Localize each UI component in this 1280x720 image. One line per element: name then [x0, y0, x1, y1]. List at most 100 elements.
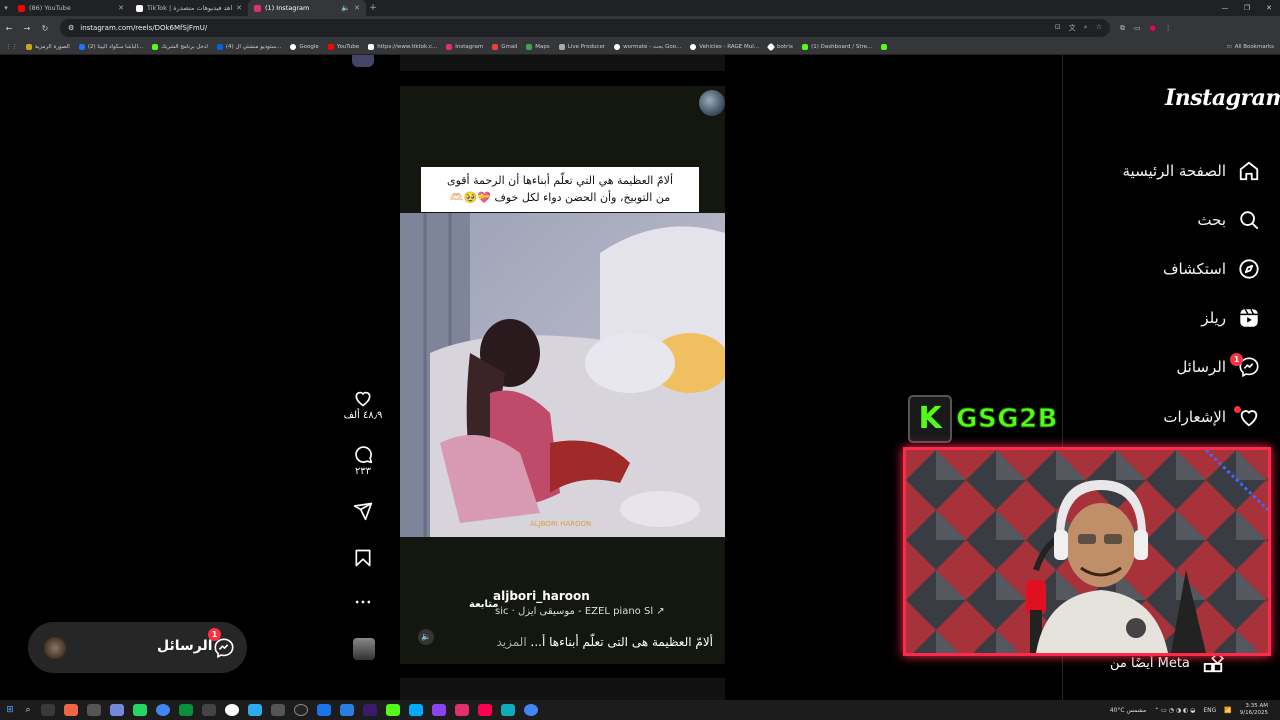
- zoom-icon[interactable]: ⌕: [1084, 23, 1088, 33]
- whatsapp-icon[interactable]: [132, 704, 147, 716]
- bookmark-label: Vehicles - RAGE Mul...: [699, 44, 760, 50]
- translate-icon[interactable]: 文: [1069, 23, 1076, 33]
- kick-icon[interactable]: [385, 704, 400, 716]
- bookmark-item[interactable]: Gmail: [492, 44, 517, 50]
- sidebar-icon[interactable]: ▭: [1134, 24, 1141, 33]
- menu-icon[interactable]: ⋮: [1165, 24, 1172, 33]
- speaker-icon[interactable]: 🔈: [341, 4, 350, 12]
- more-options-action[interactable]: [340, 592, 386, 612]
- search-icon[interactable]: ⌕: [20, 705, 36, 715]
- sidebar-item-reels[interactable]: ريلز: [1080, 303, 1260, 333]
- telegram-icon[interactable]: [247, 704, 262, 716]
- app-icon[interactable]: [454, 704, 469, 716]
- reel-player[interactable]: ألامّ العظيمة هي التي تعلّم أبناءها أن ا…: [400, 86, 725, 664]
- comment-action[interactable]: ٢٣٣: [340, 444, 386, 477]
- bookmark-item[interactable]: Google: [290, 44, 319, 50]
- sidebar-item-explore[interactable]: استكشاف: [1080, 254, 1260, 284]
- app-icon[interactable]: [224, 704, 239, 716]
- kick-logo: K: [908, 395, 953, 443]
- language-indicator[interactable]: ENG: [1203, 707, 1216, 714]
- tray-icons[interactable]: ⌃ ▭ ◔ ◑ ◐ ◒: [1154, 707, 1195, 714]
- like-action[interactable]: ٤٨٫٩ ألف: [340, 388, 386, 421]
- app-icon[interactable]: [339, 704, 354, 716]
- profile-icon[interactable]: ●: [1150, 24, 1156, 33]
- extensions-icon[interactable]: ⧉: [1120, 24, 1125, 33]
- reload-button[interactable]: ↻: [36, 24, 54, 33]
- bookmark-item[interactable]: (1) Dashboard / Stre...: [802, 44, 872, 50]
- bookmark-item[interactable]: YouTube: [327, 44, 359, 50]
- previous-reel-avatar[interactable]: [352, 55, 374, 67]
- address-bar[interactable]: ⚙ instagram.com/reels/DOk6MfSjFmU/ ⊡ 文 ⌕…: [60, 19, 1110, 37]
- bookmark-label: الصورة الرمزية: [35, 44, 70, 50]
- kick-bookmark[interactable]: [881, 44, 888, 50]
- tab-search-button[interactable]: ▾: [0, 4, 12, 12]
- windows-taskbar: ⊞ ⌕ 40°C مشمس ⌃ ▭ ◔ ◑ ◐ ◒ ENG 📶 3:35 AM …: [0, 700, 1280, 720]
- app-icon[interactable]: [316, 704, 331, 716]
- bookmark-item[interactable]: botrix: [766, 42, 793, 52]
- author-username[interactable]: aljbori_haroon: [493, 589, 590, 603]
- save-action[interactable]: [340, 548, 386, 568]
- task-view-icon[interactable]: [40, 704, 55, 716]
- app-icon[interactable]: [86, 704, 101, 716]
- audio-cover-thumbnail[interactable]: [353, 638, 375, 660]
- bookmark-item[interactable]: (2) الباشا سكواد البيتا...: [78, 44, 143, 50]
- discord-icon[interactable]: [109, 704, 124, 716]
- new-tab-button[interactable]: +: [366, 3, 380, 13]
- forward-button[interactable]: →: [18, 24, 36, 33]
- bookmark-item[interactable]: wormate - بحث Goo...: [614, 44, 681, 50]
- bookmark-item[interactable]: Instagram: [446, 44, 483, 50]
- instagram-logo[interactable]: Instagram: [1165, 85, 1280, 111]
- bookmark-item[interactable]: ادخل برنامج الشريك: [152, 44, 208, 50]
- close-tab-icon[interactable]: ✕: [118, 4, 124, 12]
- tab-instagram[interactable]: (1) Instagram 🔈 ✕: [248, 0, 366, 16]
- app-icon[interactable]: [63, 704, 78, 716]
- clock[interactable]: 3:35 AM 9/16/2025: [1240, 703, 1268, 717]
- chrome-icon[interactable]: [155, 704, 170, 716]
- app-icon[interactable]: [431, 704, 446, 716]
- tab-youtube[interactable]: (86) YouTube ✕: [12, 0, 130, 16]
- tab-tiktok[interactable]: TikTok | شاهد فيديوهات متصدرة ✕: [130, 0, 248, 16]
- reel-video-frame[interactable]: ALJBORI HAROON: [400, 213, 725, 537]
- weather-widget[interactable]: 40°C مشمس: [1110, 707, 1146, 714]
- app-icon[interactable]: [500, 704, 515, 716]
- share-action[interactable]: [340, 501, 386, 521]
- mute-button[interactable]: 🔈: [418, 629, 434, 645]
- apps-icon[interactable]: ⋮⋮: [6, 44, 17, 50]
- reel-description[interactable]: ألامّ العظيمة هى التى تعلّم أبناءها أ...…: [470, 635, 713, 649]
- app-icon[interactable]: [270, 704, 285, 716]
- app-icon[interactable]: [178, 704, 193, 716]
- obs-icon[interactable]: [293, 704, 308, 716]
- audio-track[interactable]: sic · موسيقى ايزل - EZEL piano Sl ↗: [495, 606, 665, 617]
- sidebar-item-search[interactable]: بحث: [1080, 205, 1260, 235]
- sidebar-item-home[interactable]: الصفحة الرئيسية: [1080, 156, 1260, 186]
- tiktok-icon[interactable]: [477, 704, 492, 716]
- app-icon[interactable]: [201, 704, 216, 716]
- close-tab-icon[interactable]: ✕: [236, 4, 242, 12]
- app-icon[interactable]: [362, 704, 377, 716]
- maximize-button[interactable]: ❐: [1236, 4, 1258, 12]
- bookmark-item[interactable]: (4) ستوديو منشئي ال...: [216, 44, 281, 50]
- app-icon[interactable]: [408, 704, 423, 716]
- bookmark-item[interactable]: Vehicles - RAGE Mul...: [690, 44, 759, 50]
- bookmark-label: Maps: [535, 44, 550, 50]
- sidebar-item-notifications[interactable]: الإشعارات: [1080, 402, 1260, 432]
- windows-start-icon[interactable]: ⊞: [0, 705, 20, 715]
- kick-icon: [152, 44, 159, 50]
- close-tab-icon[interactable]: ✕: [354, 4, 360, 12]
- network-icon[interactable]: 📶: [1224, 707, 1231, 714]
- chrome-icon[interactable]: [523, 704, 538, 716]
- more-link[interactable]: المزيد: [496, 635, 526, 649]
- close-window-button[interactable]: ✕: [1258, 4, 1280, 12]
- minimize-button[interactable]: —: [1214, 4, 1236, 12]
- install-app-icon[interactable]: ⊡: [1055, 23, 1061, 33]
- back-button[interactable]: ←: [0, 24, 18, 33]
- bookmark-item[interactable]: الصورة الرمزية: [26, 44, 70, 50]
- author-avatar[interactable]: [699, 90, 725, 116]
- bookmark-item[interactable]: Maps: [526, 44, 550, 50]
- bookmark-star-icon[interactable]: ☆: [1096, 23, 1102, 33]
- site-info-icon[interactable]: ⚙: [68, 24, 74, 32]
- bookmark-item[interactable]: Live Producer: [558, 44, 605, 50]
- all-bookmarks[interactable]: ▭ All Bookmarks: [1227, 44, 1275, 50]
- bookmark-item[interactable]: https://www.tiktok.c...: [368, 44, 437, 50]
- messages-pill[interactable]: الرسائل 1: [28, 622, 247, 673]
